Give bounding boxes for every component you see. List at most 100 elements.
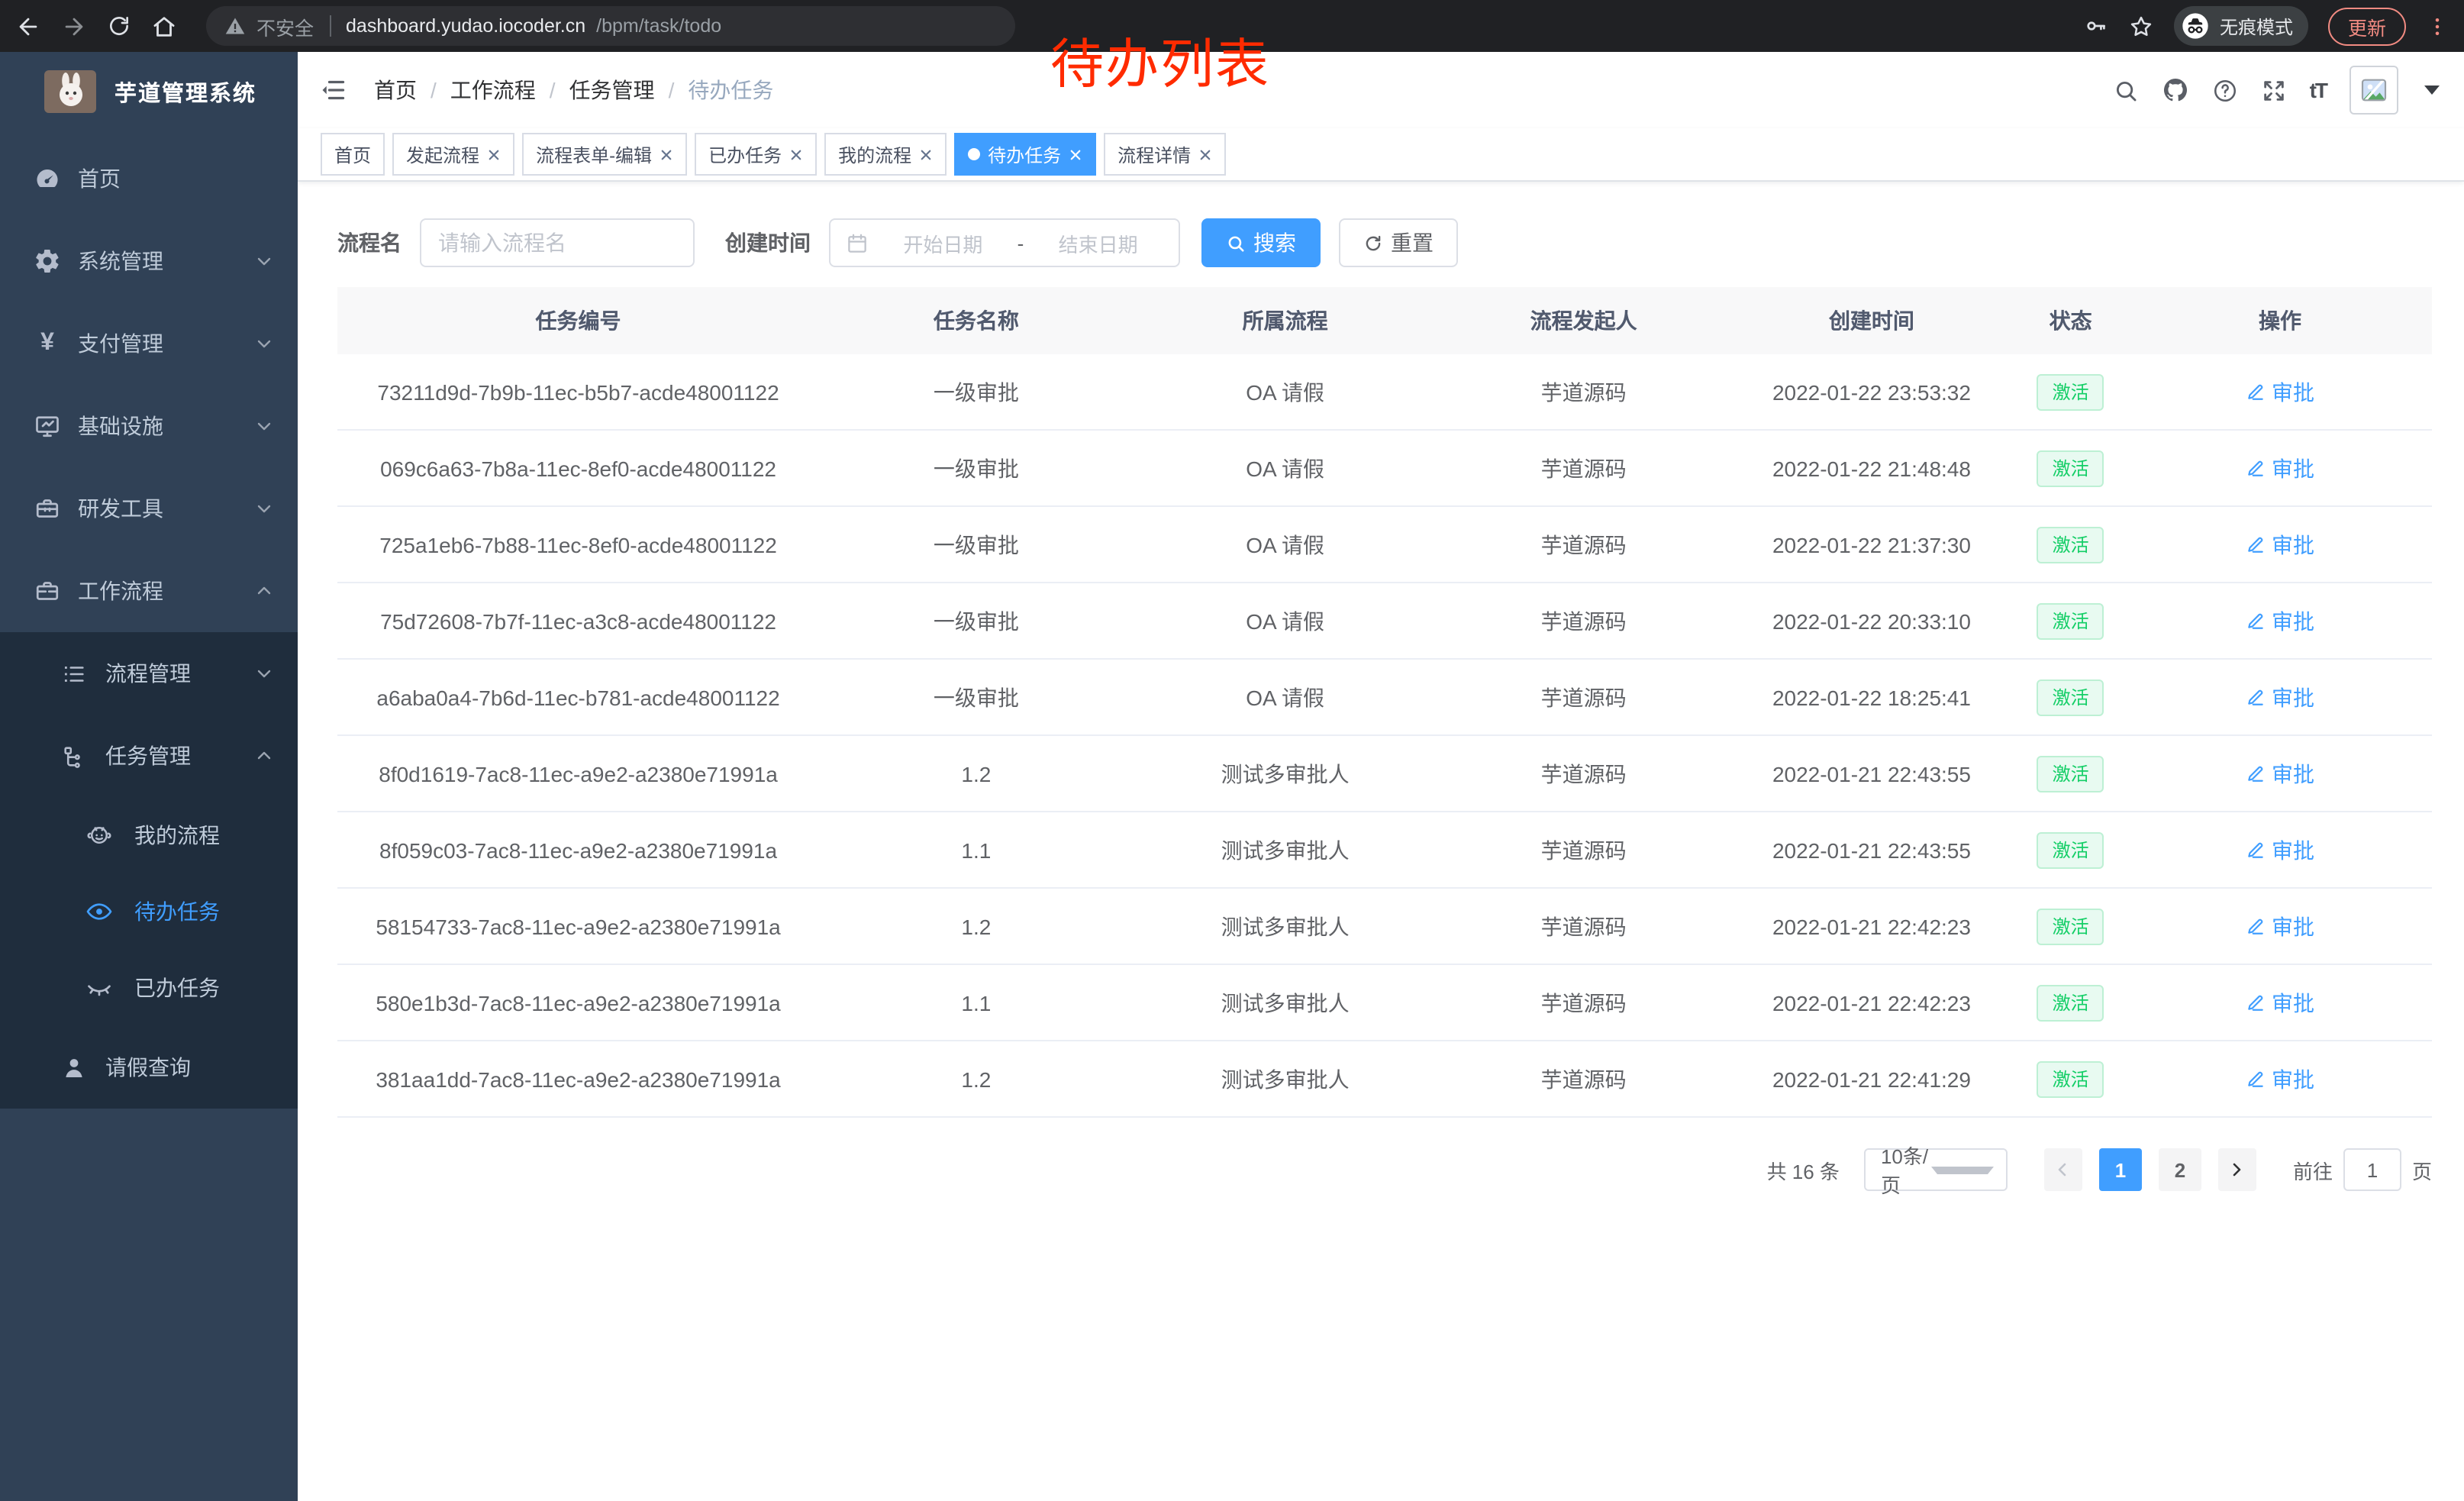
sidebar-item-done-tasks[interactable]: 已办任务	[0, 950, 298, 1026]
close-icon[interactable]	[660, 147, 673, 161]
home-icon[interactable]	[151, 13, 177, 39]
edit-icon	[2246, 534, 2266, 554]
search-icon[interactable]	[2113, 77, 2139, 103]
table-row: 580e1b3d-7ac8-11ec-a9e2-a2380e71991a 1.1…	[337, 965, 2432, 1041]
sidebar-item-home[interactable]: 首页	[0, 137, 298, 220]
sidebar-item-devtools[interactable]: 研发工具	[0, 467, 298, 550]
approve-link[interactable]: 审批	[2246, 682, 2314, 712]
tab-process-form-edit[interactable]: 流程表单-编辑	[522, 133, 687, 176]
tab-done-tasks[interactable]: 已办任务	[695, 133, 817, 176]
active-tab-dot	[968, 148, 980, 160]
url-divider	[329, 15, 331, 37]
tab-home[interactable]: 首页	[321, 133, 385, 176]
sidebar-item-todo-tasks[interactable]: 待办任务	[0, 873, 298, 950]
table-row: 069c6a63-7b8a-11ec-8ef0-acde48001122 一级审…	[337, 431, 2432, 507]
breadcrumb-item-home[interactable]: 首页	[374, 75, 417, 105]
goto-page-input[interactable]	[2343, 1148, 2401, 1191]
close-icon[interactable]	[919, 147, 933, 161]
sidebar-item-label: 任务管理	[105, 741, 191, 771]
approve-link[interactable]: 审批	[2246, 987, 2314, 1018]
approve-link[interactable]: 审批	[2246, 834, 2314, 865]
fullscreen-icon[interactable]	[2261, 77, 2287, 103]
column-header-create-time: 创建时间	[1730, 305, 2013, 336]
sidebar-item-task-management[interactable]: 任务管理	[0, 715, 298, 797]
page-button-2[interactable]: 2	[2159, 1148, 2201, 1191]
sidebar-item-leave-query[interactable]: 请假查询	[0, 1026, 298, 1109]
cell-task-id: 73211d9d-7b9b-11ec-b5b7-acde48001122	[337, 379, 819, 404]
help-icon[interactable]	[2212, 77, 2238, 103]
forward-icon[interactable]	[61, 13, 87, 39]
sidebar-item-label: 流程管理	[105, 658, 191, 689]
start-date-placeholder[interactable]: 开始日期	[878, 228, 1008, 257]
approve-link[interactable]: 审批	[2246, 453, 2314, 483]
sidebar-item-label: 研发工具	[78, 493, 163, 524]
browser-menu-icon[interactable]	[2426, 15, 2449, 37]
reset-button[interactable]: 重置	[1339, 218, 1458, 267]
cell-create-time: 2022-01-21 22:43:55	[1730, 761, 2013, 786]
table-body: 73211d9d-7b9b-11ec-b5b7-acde48001122 一级审…	[337, 354, 2432, 1118]
cell-actions: 审批	[2128, 605, 2432, 636]
close-icon[interactable]	[1069, 147, 1082, 161]
approve-link[interactable]: 审批	[2246, 529, 2314, 560]
next-page-button[interactable]	[2218, 1148, 2256, 1191]
sidebar-item-system[interactable]: 系统管理	[0, 220, 298, 302]
tab-start-process[interactable]: 发起流程	[392, 133, 514, 176]
close-icon[interactable]	[1198, 147, 1212, 161]
tab-todo-tasks[interactable]: 待办任务	[954, 133, 1096, 176]
approve-link[interactable]: 审批	[2246, 605, 2314, 636]
date-range-picker[interactable]: 开始日期 - 结束日期	[829, 218, 1180, 267]
cell-create-time: 2022-01-22 20:33:10	[1730, 608, 2013, 633]
key-icon[interactable]	[2084, 14, 2108, 38]
tab-process-detail[interactable]: 流程详情	[1104, 133, 1226, 176]
cell-process: 测试多审批人	[1134, 911, 1437, 941]
sidebar-item-my-process[interactable]: 我的流程	[0, 797, 298, 873]
avatar-dropdown-icon[interactable]	[2424, 86, 2440, 95]
close-icon[interactable]	[487, 147, 501, 161]
page-size-select[interactable]: 10条/页	[1864, 1148, 2008, 1191]
cell-actions: 审批	[2128, 1064, 2432, 1094]
cell-task-id: 069c6a63-7b8a-11ec-8ef0-acde48001122	[337, 456, 819, 480]
breadcrumb-item-task-management[interactable]: 任务管理	[569, 75, 655, 105]
cell-create-time: 2022-01-22 23:53:32	[1730, 379, 2013, 404]
address-bar[interactable]: 不安全 dashboard.yudao.iocoder.cn/bpm/task/…	[206, 6, 1015, 46]
sidebar-item-infrastructure[interactable]: 基础设施	[0, 385, 298, 467]
sidebar-item-workflow[interactable]: 工作流程	[0, 550, 298, 632]
sidebar-item-label: 首页	[78, 163, 121, 194]
sidebar-item-process-management[interactable]: 流程管理	[0, 632, 298, 715]
approve-link[interactable]: 审批	[2246, 376, 2314, 407]
app-title: 芋道管理系统	[114, 76, 256, 108]
tab-label: 已办任务	[708, 141, 782, 167]
back-icon[interactable]	[15, 13, 41, 39]
search-button[interactable]: 搜索	[1201, 218, 1321, 267]
edit-icon	[2246, 916, 2266, 936]
approve-link[interactable]: 审批	[2246, 911, 2314, 941]
breadcrumb-separator: /	[431, 78, 437, 102]
tab-my-process[interactable]: 我的流程	[824, 133, 947, 176]
prev-page-button[interactable]	[2044, 1148, 2082, 1191]
end-date-placeholder[interactable]: 结束日期	[1033, 228, 1163, 257]
font-size-icon[interactable]	[2310, 78, 2327, 102]
avatar[interactable]	[2350, 66, 2398, 115]
process-name-input[interactable]	[420, 218, 695, 267]
sidebar-collapse-icon[interactable]	[319, 76, 347, 104]
approve-link-label: 审批	[2272, 911, 2314, 941]
close-icon[interactable]	[789, 147, 803, 161]
bookmark-star-icon[interactable]	[2128, 13, 2154, 39]
cell-task-name: 一级审批	[819, 529, 1134, 560]
cell-create-time: 2022-01-21 22:43:55	[1730, 838, 2013, 862]
cell-process: 测试多审批人	[1134, 758, 1437, 789]
update-button[interactable]: 更新	[2328, 7, 2406, 45]
github-icon[interactable]	[2162, 76, 2189, 104]
security-label[interactable]: 不安全	[256, 11, 314, 40]
reload-icon[interactable]	[107, 14, 131, 38]
approve-link-label: 审批	[2272, 1064, 2314, 1094]
breadcrumb-item-workflow[interactable]: 工作流程	[450, 75, 536, 105]
annotation-overlay-text: 待办列表	[1050, 21, 1270, 99]
app-logo[interactable]: 芋道管理系统	[0, 52, 298, 131]
page-button-1[interactable]: 1	[2099, 1148, 2142, 1191]
incognito-badge: 无痕模式	[2174, 6, 2308, 46]
cell-status: 激活	[2013, 373, 2128, 410]
approve-link[interactable]: 审批	[2246, 1064, 2314, 1094]
approve-link[interactable]: 审批	[2246, 758, 2314, 789]
sidebar-item-payment[interactable]: ¥ 支付管理	[0, 302, 298, 385]
